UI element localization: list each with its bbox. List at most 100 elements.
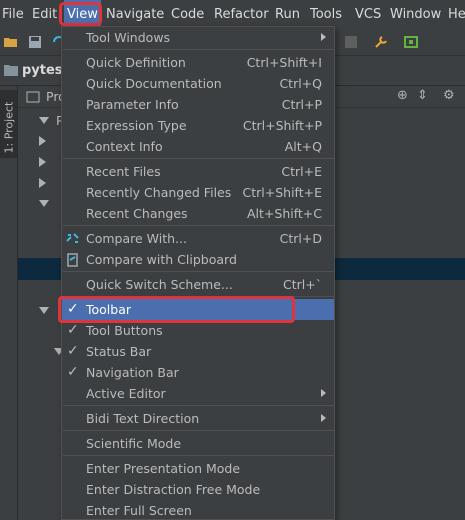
folder-icon <box>4 65 18 76</box>
menu-separator <box>63 271 335 272</box>
menu-separator <box>63 158 335 159</box>
submenu-arrow-icon <box>321 33 326 41</box>
menu-code[interactable]: Code <box>169 0 206 29</box>
menu-item-label: Recently Changed Files <box>86 185 232 200</box>
menu-item-parameter-info[interactable]: Parameter Info Ctrl+P <box>62 94 334 115</box>
menu-item-context-info[interactable]: Context Info Alt+Q <box>62 136 334 157</box>
view-menu-dropdown: Tool Windows Quick Definition Ctrl+Shift… <box>61 26 335 520</box>
menu-item-shortcut: Ctrl+P <box>281 97 322 112</box>
checkmark-icon: ✓ <box>67 364 79 380</box>
menu-item-quick-switch-scheme[interactable]: Quick Switch Scheme... Ctrl+` <box>62 274 334 295</box>
menu-vcs[interactable]: VCS <box>353 0 383 29</box>
menu-item-expression-type[interactable]: Expression Type Ctrl+Shift+P <box>62 115 334 136</box>
menu-separator <box>63 430 335 431</box>
menu-item-recent-changes[interactable]: Recent Changes Alt+Shift+C <box>62 203 334 224</box>
tree-expand-arrow[interactable] <box>39 117 49 124</box>
collapse-all-icon[interactable]: ⇕ <box>417 89 431 103</box>
project-view-icon <box>26 91 40 103</box>
menu-item-shortcut: Alt+Shift+C <box>246 206 322 221</box>
compare-icon <box>66 233 79 243</box>
menu-help[interactable]: He <box>446 0 465 29</box>
menu-item-tool-windows[interactable]: Tool Windows <box>62 27 334 48</box>
project-structure-icon[interactable] <box>403 34 419 50</box>
menu-item-quick-documentation[interactable]: Quick Documentation Ctrl+Q <box>62 73 334 94</box>
project-tool-tab[interactable]: 1: Project <box>0 90 17 158</box>
menu-item-enter-presentation-mode[interactable]: Enter Presentation Mode <box>62 458 334 479</box>
menu-item-shortcut: Ctrl+` <box>283 277 322 292</box>
menu-separator <box>63 225 335 226</box>
menu-item-shortcut: Ctrl+D <box>279 231 322 246</box>
locate-icon[interactable]: ⊕ <box>397 89 411 103</box>
menu-item-label: Context Info <box>86 139 163 154</box>
menu-bar: File Edit View Navigate Code Refactor Ru… <box>0 0 465 29</box>
menu-separator <box>63 455 335 456</box>
menu-item-compare-with[interactable]: Compare With... Ctrl+D <box>62 228 334 249</box>
menu-separator <box>63 405 335 406</box>
menu-item-compare-with-clipboard[interactable]: Compare with Clipboard <box>62 249 334 270</box>
gear-icon[interactable]: ⚙ <box>443 89 457 103</box>
settings-wrench-icon[interactable] <box>373 34 389 50</box>
tree-collapse-arrow[interactable] <box>39 157 46 167</box>
menu-item-label: Bidi Text Direction <box>86 411 200 426</box>
menu-item-scientific-mode[interactable]: Scientific Mode <box>62 433 334 454</box>
menu-run[interactable]: Run <box>273 0 302 29</box>
checkmark-icon: ✓ <box>67 322 79 338</box>
tree-collapse-arrow[interactable] <box>39 136 46 146</box>
menu-item-label: Quick Definition <box>86 55 186 70</box>
save-icon[interactable] <box>27 34 43 50</box>
menu-item-label: Navigation Bar <box>86 365 179 380</box>
submenu-arrow-icon <box>321 389 326 397</box>
menu-navigate[interactable]: Navigate <box>104 0 166 29</box>
submenu-arrow-icon <box>321 414 326 422</box>
menu-item-status-bar[interactable]: ✓ Status Bar <box>62 341 334 362</box>
menu-file[interactable]: File <box>0 0 26 29</box>
menu-item-shortcut: Ctrl+Shift+I <box>246 55 322 70</box>
view-menu-highlight <box>59 2 102 26</box>
tree-collapse-arrow[interactable] <box>39 178 46 188</box>
project-tool-tab-label: 1: Project <box>2 101 16 154</box>
menu-item-tool-buttons[interactable]: ✓ Tool Buttons <box>62 320 334 341</box>
menu-window[interactable]: Window <box>388 0 443 29</box>
menu-item-label: Tool Windows <box>86 30 171 45</box>
menu-item-label: Compare with Clipboard <box>86 252 237 267</box>
menu-item-recently-changed-files[interactable]: Recently Changed Files Ctrl+Shift+E <box>62 182 334 203</box>
menu-item-shortcut: Ctrl+Shift+P <box>242 118 322 133</box>
menu-item-label: Compare With... <box>86 231 187 246</box>
tree-expand-arrow[interactable] <box>39 307 49 314</box>
menu-item-label: Tool Buttons <box>86 323 163 338</box>
menu-item-label: Quick Documentation <box>86 76 222 91</box>
menu-item-label: Quick Switch Scheme... <box>86 277 233 292</box>
menu-item-bidi-text-direction[interactable]: Bidi Text Direction <box>62 408 334 429</box>
left-tool-stripe: 1: Project <box>0 86 18 520</box>
menu-item-shortcut: Ctrl+Shift+E <box>242 185 323 200</box>
menu-separator <box>63 49 335 50</box>
menu-item-label: Status Bar <box>86 344 152 359</box>
menu-item-navigation-bar[interactable]: ✓ Navigation Bar <box>62 362 334 383</box>
menu-item-label: Expression Type <box>86 118 187 133</box>
menu-item-shortcut: Ctrl+Q <box>279 76 322 91</box>
checkmark-icon: ✓ <box>67 343 79 359</box>
menu-item-shortcut: Ctrl+E <box>281 164 322 179</box>
tree-expand-arrow[interactable] <box>39 200 49 207</box>
clipboard-icon <box>67 253 78 267</box>
menu-edit[interactable]: Edit <box>30 0 59 29</box>
menu-item-label: Scientific Mode <box>86 436 182 451</box>
menu-item-label: Parameter Info <box>86 97 179 112</box>
menu-refactor[interactable]: Refactor <box>212 0 271 29</box>
menu-item-shortcut: Alt+Q <box>284 139 322 154</box>
menu-tools[interactable]: Tools <box>308 0 344 29</box>
menu-item-label: Recent Changes <box>86 206 188 221</box>
menu-item-label: Enter Full Screen <box>86 503 192 518</box>
menu-item-label: Enter Distraction Free Mode <box>86 482 261 497</box>
menu-item-label: Recent Files <box>86 164 161 179</box>
menu-item-label: Enter Presentation Mode <box>86 461 241 476</box>
stop-icon[interactable] <box>343 34 359 50</box>
open-folder-icon[interactable] <box>3 34 19 50</box>
menu-item-recent-files[interactable]: Recent Files Ctrl+E <box>62 161 334 182</box>
menu-item-quick-definition[interactable]: Quick Definition Ctrl+Shift+I <box>62 52 334 73</box>
menu-item-enter-full-screen[interactable]: Enter Full Screen <box>62 500 334 520</box>
menu-item-active-editor[interactable]: Active Editor <box>62 383 334 404</box>
toolbar-item-highlight <box>58 296 295 323</box>
menu-item-label: Active Editor <box>86 386 166 401</box>
menu-item-enter-distraction-free-mode[interactable]: Enter Distraction Free Mode <box>62 479 334 500</box>
